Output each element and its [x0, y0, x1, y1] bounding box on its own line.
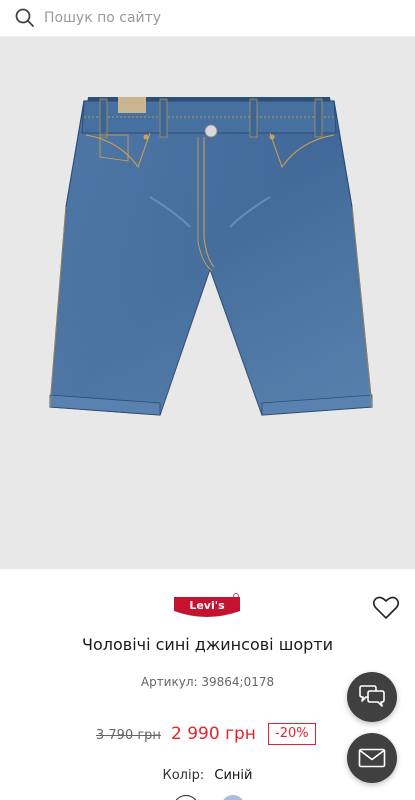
sku-value: 39864;0178 — [201, 675, 275, 689]
sku-label: Артикул: — [140, 675, 198, 689]
search-icon[interactable] — [14, 7, 36, 29]
mail-button[interactable] — [347, 733, 397, 783]
product-image[interactable] — [0, 37, 415, 569]
new-price: 2 990 грн — [171, 724, 256, 744]
color-value: Синій — [214, 768, 253, 783]
search-bar — [0, 0, 415, 37]
discount-badge: -20% — [268, 723, 316, 745]
brand-name: Levi's — [189, 599, 225, 612]
search-input[interactable] — [42, 5, 396, 31]
envelope-icon — [358, 748, 386, 768]
old-price: 3 790 грн — [96, 728, 161, 743]
levis-logo[interactable]: Levi's — [172, 593, 242, 621]
color-label: Колір: — [162, 768, 205, 783]
swatch-dark[interactable] — [173, 795, 199, 800]
product-title: Чоловічі сині джинсові шорти — [81, 635, 333, 654]
chat-button[interactable] — [347, 672, 397, 722]
chat-bubbles-icon — [359, 685, 385, 707]
color-swatches — [165, 795, 255, 800]
swatch-light[interactable] — [221, 795, 245, 800]
heart-outline-icon[interactable] — [372, 595, 400, 621]
denim-shorts-illustration — [49, 97, 373, 416]
